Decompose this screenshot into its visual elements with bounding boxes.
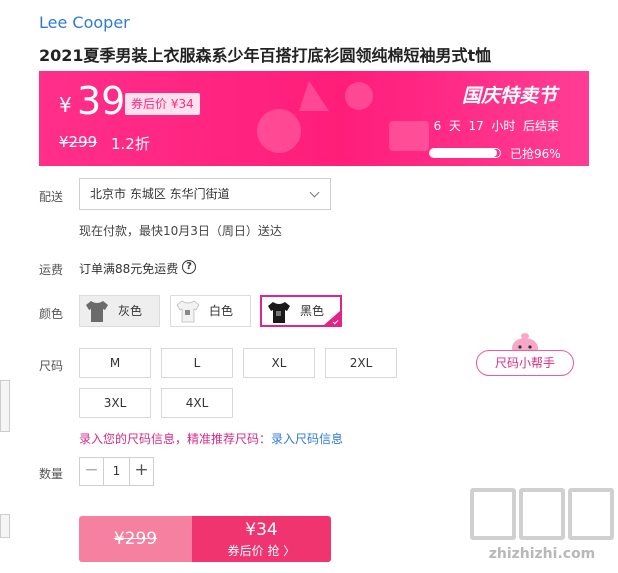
festival-title: 国庆特卖节 [461, 85, 557, 107]
sold-progress-fill [430, 149, 498, 157]
size-option-l[interactable]: L [161, 348, 233, 378]
minus-button[interactable]: − [80, 458, 104, 485]
coupon-buy-action: 券后价 抢 〉 [227, 544, 296, 558]
left-edge-tab [0, 380, 10, 432]
promo-banner: ¥ 39 券后价 ¥34 ¥299 1.2折 国庆特卖节 6 天 17 小时 后… [39, 71, 589, 166]
size-label: 尺码 [39, 359, 64, 373]
left-edge-tab [0, 514, 10, 538]
size-helper-button[interactable]: 尺码小帮手 [476, 350, 574, 376]
shipping-text: 订单满88元免运费 [79, 262, 179, 276]
size-recommend-text: 录入您的尺码信息，精准推荐尺码： [79, 432, 272, 446]
coupon-buy-price: ¥34 [245, 520, 278, 540]
brand-link[interactable]: Lee Cooper [39, 13, 130, 32]
site-watermark: zhizhizhi.com [466, 488, 618, 573]
coupon-price-badge: 券后价 ¥34 [125, 93, 200, 115]
size-recommend: 录入您的尺码信息，精准推荐尺码：录入尺码信息 [79, 430, 343, 447]
color-option-label: 灰色 [118, 304, 143, 318]
color-option-label: 黑色 [300, 304, 325, 318]
quantity-input[interactable]: 1 [104, 458, 129, 485]
tshirt-black-icon [268, 302, 290, 323]
watermark-glyph [519, 488, 565, 540]
address-select[interactable]: 北京市 东城区 东华门街道 [79, 178, 331, 210]
size-option-3xl[interactable]: 3XL [79, 388, 151, 418]
color-option-black[interactable]: 黑色 [260, 295, 342, 327]
delivery-estimate: 现在付款，最快10月3日（周日）送达 [79, 224, 282, 238]
size-option-2xl[interactable]: 2XL [325, 348, 397, 378]
promo-decoration [257, 81, 429, 153]
product-title: 2021夏季男装上衣服森系少年百搭打底衫圆领纯棉短袖男式t恤 [39, 46, 492, 65]
size-option-4xl[interactable]: 4XL [161, 388, 233, 418]
sold-progress-bar [429, 148, 501, 158]
address-value: 北京市 东城区 东华门街道 [90, 187, 230, 201]
price-currency: ¥ [59, 93, 72, 117]
size-helper[interactable]: 尺码小帮手 [476, 330, 576, 380]
quantity-stepper: − 1 + [79, 457, 154, 486]
color-option-white[interactable]: 白色 [170, 295, 251, 327]
help-icon[interactable]: ? [182, 260, 196, 274]
coupon-buy-button[interactable]: ¥34 券后价 抢 〉 [192, 516, 331, 562]
color-label: 颜色 [39, 307, 64, 321]
size-recommend-link[interactable]: 录入尺码信息 [271, 432, 343, 446]
color-option-grey[interactable]: 灰色 [79, 295, 160, 327]
buy-button-group: ¥299 ¥34 券后价 抢 〉 [79, 516, 331, 562]
selected-corner [324, 311, 340, 325]
size-option-xl[interactable]: XL [243, 348, 315, 378]
countdown-timer: 6 天 17 小时 后结束 [433, 119, 559, 133]
plus-button[interactable]: + [129, 458, 153, 485]
original-price-button[interactable]: ¥299 [79, 516, 192, 562]
original-price: ¥299 [59, 133, 98, 151]
watermark-glyph [470, 488, 516, 540]
sold-percentage: 已抢96% [510, 147, 561, 161]
color-option-label: 白色 [209, 304, 234, 318]
current-price: 39 [77, 79, 126, 123]
tshirt-grey-icon [86, 301, 108, 322]
shipping-label: 运费 [39, 263, 64, 277]
tshirt-white-icon [176, 300, 200, 323]
quantity-label: 数量 [39, 467, 64, 481]
discount-rate: 1.2折 [111, 135, 150, 153]
watermark-glyph [568, 488, 614, 540]
chevron-down-icon [309, 187, 320, 198]
delivery-label: 配送 [39, 190, 64, 204]
watermark-text: zhizhizhi.com [488, 546, 596, 562]
size-option-m[interactable]: M [79, 348, 151, 378]
